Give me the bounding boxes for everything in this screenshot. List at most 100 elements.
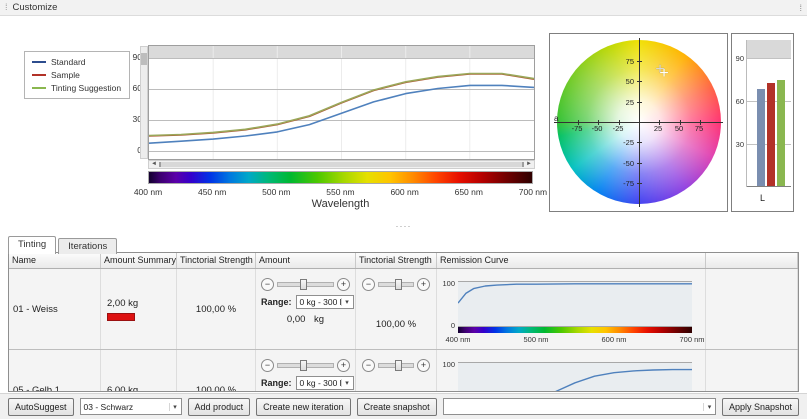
slider-thumb[interactable] [395,279,402,290]
horizontal-scrollbar[interactable]: ◄ ► [148,160,535,169]
name-cell: 05 - Gelb 1 [9,350,101,392]
product-combobox[interactable]: 03 - Schwarz ▾ [80,398,182,415]
amount-slider[interactable] [277,363,334,368]
empty-cell [706,269,798,349]
amount-summary-cell: 6,00 kg [101,350,177,392]
axis-tick [637,102,642,103]
column-header-tinctorial-strength[interactable]: Tinctorial Strength [356,253,437,268]
chart-legend: Standard Sample Tinting Suggestion [24,51,130,99]
axis-tick-label: 500 nm [516,335,556,344]
table-row[interactable]: 01 - Weiss 2,00 kg 100,00 % − + Range: 0… [9,269,798,350]
axis-tick [637,61,642,62]
decrement-button[interactable]: − [261,359,274,372]
vertical-zoom-scrollbar[interactable] [140,46,148,159]
slider-thumb[interactable] [300,279,307,290]
decrement-button[interactable]: − [261,278,274,291]
increment-button[interactable]: + [417,278,430,291]
axis-tick-label: 25 [612,98,634,107]
column-header-amount-summary[interactable]: Amount Summary [101,253,177,268]
strength-slider[interactable] [378,363,414,368]
snapshot-combobox[interactable]: ▾ [443,398,716,415]
range-combobox[interactable]: 0 kg - 300 l ▾ [296,376,354,390]
strength-summary-value: 100,00 % [196,304,236,315]
horizontal-scrollbar-thumb[interactable] [159,162,524,167]
spectral-curves [149,46,534,159]
tab-bar: Tinting Iterations [8,236,117,254]
wavelength-gradient-strip [458,327,692,333]
create-snapshot-button[interactable]: Create snapshot [357,398,437,416]
tab-tinting[interactable]: Tinting [8,236,56,254]
product-name: 01 - Weiss [13,304,58,315]
splitter-handle[interactable]: ···· [0,221,807,231]
sample-color-marker-icon: + [657,67,671,81]
app-window: { "window": { "toolbar_title": "Customiz… [0,0,807,419]
strength-slider[interactable] [378,282,414,287]
tinting-table: Name Amount Summary Tinctorial Strength … [8,252,799,392]
decrement-button[interactable]: − [362,359,375,372]
remission-mini-chart: 100 0 400 nm 500 nm 600 nm 700 nm [438,360,700,392]
overflow-icon[interactable]: ⁞ [799,3,802,13]
gridline [747,58,791,59]
legend-swatch-standard [32,61,46,63]
legend-label: Tinting Suggestion [51,83,121,93]
grip-handle-icon[interactable]: ⁞ [5,3,8,12]
axis-tick-label: 0 [438,321,455,330]
legend-item-standard: Standard [32,57,122,67]
scroll-left-icon[interactable]: ◄ [149,161,159,168]
axis-tick-label: 550 nm [320,187,360,197]
scroll-right-icon[interactable]: ► [524,161,534,168]
spectral-chart-plot[interactable] [148,45,535,160]
axis-tick-label: 650 nm [449,187,489,197]
x-axis-title: Wavelength [148,198,533,210]
axis-tick-label: 0 [120,145,142,155]
legend-label: Standard [51,57,86,67]
increment-button[interactable]: + [417,359,430,372]
tab-iterations[interactable]: Iterations [58,238,117,254]
wavelength-axis: 400 nm 450 nm 500 nm 550 nm 600 nm 650 n… [128,187,553,197]
slider-thumb[interactable] [300,360,307,371]
axis-tick-label: -25 [606,124,630,133]
axis-tick-label: -25 [612,138,634,147]
l-bar [777,80,785,186]
tinctorial-strength-cell: − + 100,00 % [356,350,437,392]
increment-button[interactable]: + [337,278,350,291]
axis-tick-label: 500 nm [256,187,296,197]
axis-tick-label: 700 nm [513,187,553,197]
axis-tick [578,120,579,125]
amount-slider[interactable] [277,282,334,287]
column-header-amount[interactable]: Amount [256,253,356,268]
axis-tick-label: 400 nm [438,335,478,344]
column-header-name[interactable]: Name [9,253,101,268]
l-axis-label: L [732,193,793,203]
column-header-remission-curve[interactable]: Remission Curve [437,253,706,268]
slider-thumb[interactable] [395,360,402,371]
axis-tick-label: 700 nm [672,335,706,344]
remission-curve [458,363,692,392]
amount-summary-cell: 2,00 kg [101,269,177,349]
axis-tick-label: 30 [120,114,142,124]
axis-tick [619,120,620,125]
axis-tick-label: 60 [732,97,744,106]
autosuggest-button[interactable]: AutoSuggest [8,398,74,416]
amount-unit: kg [314,314,324,325]
create-new-iteration-button[interactable]: Create new iteration [256,398,351,416]
column-header-tinctorial-strength-summary[interactable]: Tinctorial Strength Su... [177,253,256,268]
increment-button[interactable]: + [337,359,350,372]
strength-value: 100,00 % [362,319,430,330]
range-combobox[interactable]: 0 kg - 300 l ▾ [296,295,354,309]
vertical-scrollbar-thumb[interactable] [141,53,147,65]
axis-tick-label: 75 [612,57,634,66]
decrement-button[interactable]: − [362,278,375,291]
axis-tick [680,120,681,125]
table-row[interactable]: 05 - Gelb 1 6,00 kg 100,00 % − + Range: … [9,350,798,392]
lightness-bars [757,80,785,186]
a-axis-label: a [554,114,558,123]
amount-cell: − + Range: 0 kg - 300 l ▾ 0,00 kg [256,350,356,392]
add-product-button[interactable]: Add product [188,398,251,416]
strength-stepper: − + [362,358,430,372]
product-combobox-value: 03 - Schwarz [81,402,169,412]
remission-curve-cell: 100 0 400 nm 500 nm 600 nm 700 nm [437,269,706,349]
remission-mini-plot [458,362,692,392]
strength-summary-value: 100,00 % [196,385,236,393]
apply-snapshot-button[interactable]: Apply Snapshot [722,398,799,416]
